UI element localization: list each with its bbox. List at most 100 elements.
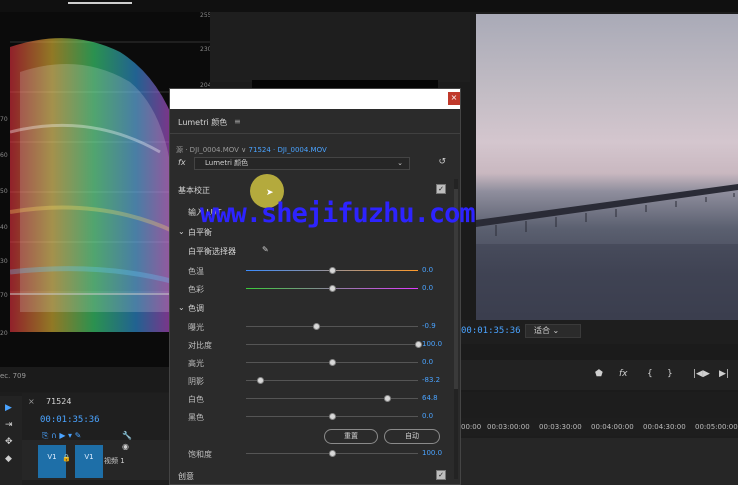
slider-knob[interactable] <box>329 267 336 274</box>
reset-button[interactable]: 重置 <box>324 429 378 444</box>
scope-tick: 20 <box>0 330 8 337</box>
creative-checkbox[interactable]: ✓ <box>436 470 446 480</box>
close-sequence-icon[interactable]: × <box>28 397 35 406</box>
razor-tool-icon[interactable]: ◆ <box>5 454 17 464</box>
slider-value[interactable]: 0.0 <box>422 412 433 420</box>
panel-tab-lumetri[interactable]: Lumetri 颜色 <box>178 117 227 128</box>
slider-knob[interactable] <box>329 413 336 420</box>
slider-knob[interactable] <box>329 285 336 292</box>
slider-value[interactable]: 0.0 <box>422 284 433 292</box>
eyedropper-icon[interactable]: ✎ <box>262 245 269 254</box>
close-icon[interactable]: × <box>448 92 460 105</box>
slider-knob[interactable] <box>415 341 422 348</box>
premiere-window: 255 230 204 70 60 50 40 30 70 20 ec. 709 <box>0 0 738 485</box>
slider-track[interactable] <box>246 344 418 345</box>
program-timecode[interactable]: 00:01:35:36 <box>461 326 521 336</box>
scope-tick: 70 <box>0 292 8 299</box>
slider-track[interactable] <box>246 326 418 327</box>
contrast-slider[interactable]: 对比度 100.0 <box>170 339 452 351</box>
auto-button[interactable]: 自动 <box>384 429 440 444</box>
selection-tool-icon[interactable]: ▶ <box>5 403 17 413</box>
go-to-in-button[interactable]: |◀▶ <box>693 369 710 379</box>
fit-label: 适合 <box>534 326 550 335</box>
scope-tick: 30 <box>0 258 8 265</box>
twirl-down-icon[interactable]: ⌄ <box>178 227 185 236</box>
slider-label: 对比度 <box>188 341 212 350</box>
sequence-clip[interactable]: 71524 · DJI_0004.MOV <box>249 146 327 154</box>
exposure-slider[interactable]: 曝光 -0.9 <box>170 321 452 333</box>
blacks-slider[interactable]: 黑色 0.0 <box>170 411 452 423</box>
slider-label: 曝光 <box>188 323 204 332</box>
timeline-ruler[interactable]: 00:00 00:03:00:00 00:03:30:00 00:04:00:0… <box>455 418 738 436</box>
ruler-tick: 00:00 <box>461 423 482 431</box>
source-clip[interactable]: 源 · DJI_0004.MOV <box>176 146 239 154</box>
active-tab-indicator[interactable] <box>68 2 132 4</box>
mark-in-button[interactable]: { <box>647 369 653 379</box>
ripple-edit-tool-icon[interactable]: ✥ <box>5 437 17 447</box>
ruler-tick: 00:03:30:00 <box>539 423 582 431</box>
basic-correction-header[interactable]: 基本校正 ✓ <box>170 183 452 197</box>
mark-out-button[interactable]: } <box>667 369 673 379</box>
track-target-v1[interactable]: V1 <box>75 445 103 478</box>
slider-track[interactable] <box>246 380 418 381</box>
slider-knob[interactable] <box>329 450 336 457</box>
lock-icon[interactable]: 🔒 <box>62 454 71 462</box>
tint-slider[interactable]: 色彩 0.0 <box>170 283 452 295</box>
mouse-cursor-icon: ➤ <box>266 188 274 198</box>
sequence-timecode[interactable]: 00:01:35:36 <box>40 415 100 425</box>
slider-knob[interactable] <box>313 323 320 330</box>
panel-menu-icon[interactable]: ≡ <box>234 117 241 126</box>
slider-label: 白色 <box>188 395 204 404</box>
slider-knob[interactable] <box>329 359 336 366</box>
ruler-tick: 00:04:30:00 <box>643 423 686 431</box>
tools-panel: ▶ ⇥ ✥ ◆ <box>0 396 22 485</box>
whites-slider[interactable]: 白色 64.8 <box>170 393 452 405</box>
tab-divider <box>170 133 460 134</box>
track-name: 视频 1 <box>104 457 125 465</box>
bridge-image <box>476 184 738 320</box>
basic-correction-label: 基本校正 <box>178 186 210 195</box>
effect-select[interactable]: Lumetri 颜色 ⌄ <box>194 157 410 170</box>
track-select-tool-icon[interactable]: ⇥ <box>5 420 17 430</box>
twirl-down-icon[interactable]: ⌄ <box>178 303 185 312</box>
tone-label[interactable]: 色调 <box>188 303 204 314</box>
slider-value[interactable]: -0.9 <box>422 322 436 330</box>
wb-selector-label: 白平衡选择器 <box>188 247 236 256</box>
scope-tick: 230 <box>200 46 210 53</box>
slider-knob[interactable] <box>257 377 264 384</box>
slider-value[interactable]: 0.0 <box>422 358 433 366</box>
shadows-slider[interactable]: 阴影 -83.2 <box>170 375 452 387</box>
slider-track[interactable] <box>246 398 418 399</box>
reset-effect-icon[interactable]: ↺ <box>438 157 446 167</box>
watermark-text: www.shejifuzhu.com <box>200 198 476 229</box>
lumetri-color-dialog: × Lumetri 颜色 ≡ 源 · DJI_0004.MOV ∨ 71524 … <box>169 88 461 485</box>
slider-value[interactable]: -83.2 <box>422 376 440 384</box>
slider-label: 色温 <box>188 267 204 276</box>
eye-icon[interactable]: ◉ <box>122 442 129 451</box>
scope-tick: 70 <box>0 116 8 123</box>
slider-value[interactable]: 100.0 <box>422 340 442 348</box>
clip-dropdown-icon[interactable]: ∨ <box>239 146 249 154</box>
fx-button[interactable]: fx <box>619 369 628 379</box>
clip-selector[interactable]: 源 · DJI_0004.MOV ∨ 71524 · DJI_0004.MOV <box>176 145 327 155</box>
highlights-slider[interactable]: 高光 0.0 <box>170 357 452 369</box>
saturation-slider[interactable]: 饱和度 100.0 <box>170 448 452 460</box>
dialog-title-bar[interactable]: × <box>170 89 460 109</box>
fit-dropdown[interactable]: 适合 ⌄ <box>525 324 581 338</box>
slider-knob[interactable] <box>384 395 391 402</box>
scope-colorspace: ec. 709 <box>0 372 26 380</box>
program-monitor-bar: 00:01:35:36 适合 ⌄ <box>455 320 738 344</box>
timeline-track-area[interactable] <box>455 438 738 485</box>
step-forward-button[interactable]: ▶| <box>719 369 729 379</box>
slider-value[interactable]: 100.0 <box>422 449 442 457</box>
fx-icon[interactable]: fx <box>178 158 186 167</box>
temperature-slider[interactable]: 色温 0.0 <box>170 265 452 277</box>
slider-value[interactable]: 0.0 <box>422 266 433 274</box>
marker-icon[interactable]: ⬟ <box>595 369 603 379</box>
creative-header[interactable]: 创意 ✓ <box>170 469 452 483</box>
slider-value[interactable]: 64.8 <box>422 394 438 402</box>
timeline-settings-icon[interactable]: 🔧 <box>122 431 132 440</box>
sequence-tab[interactable]: 71524 <box>46 397 71 406</box>
basic-correction-checkbox[interactable]: ✓ <box>436 184 446 194</box>
chevron-down-icon: ⌄ <box>397 159 403 167</box>
